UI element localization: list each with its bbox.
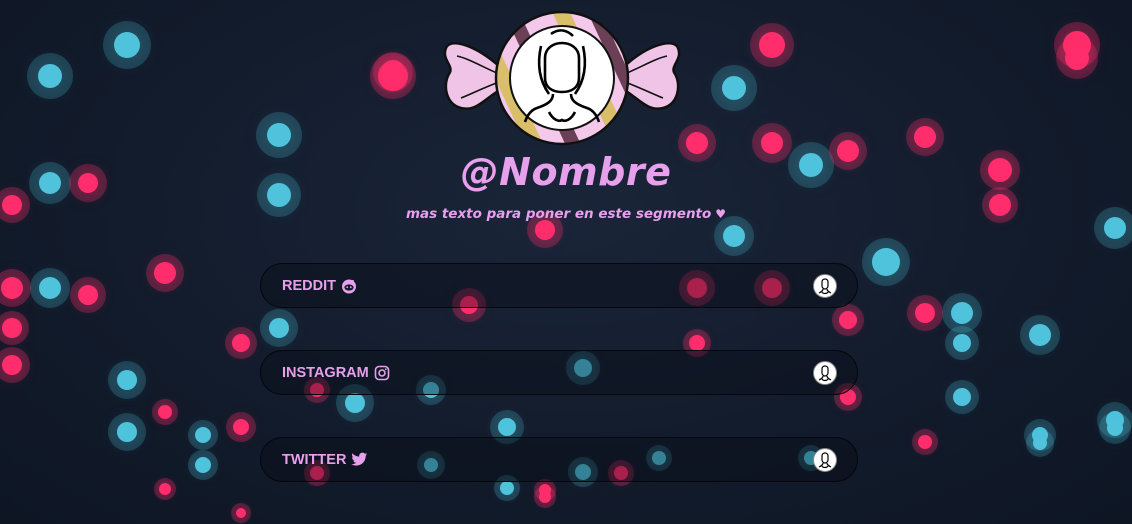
page-content: @Nombre mas texto para poner en este seg… [0, 0, 1132, 524]
link-button-instagram[interactable]: INSTAGRAM [260, 350, 858, 395]
link-button-reddit[interactable]: REDDIT [260, 263, 858, 308]
profile-silhouette-icon [818, 278, 832, 295]
link-avatar [813, 361, 837, 385]
link-button-twitter[interactable]: TWITTER [260, 437, 858, 482]
link-avatar [813, 448, 837, 472]
profile-silhouette-icon [818, 365, 832, 382]
instagram-icon [374, 365, 390, 381]
reddit-icon [341, 278, 357, 294]
candy-wrapper-left [443, 42, 505, 110]
heart-icon: ♥ [715, 207, 727, 221]
tagline-text: mas texto para poner en este segmento [405, 206, 712, 222]
candy-wrapper-right [619, 42, 681, 110]
profile-tagline: mas texto para poner en este segmento ♥ [0, 206, 1132, 222]
link-label: INSTAGRAM [282, 364, 369, 381]
link-label: TWITTER [282, 451, 347, 468]
link-avatar [813, 274, 837, 298]
profile-username: @Nombre [460, 150, 672, 194]
profile-candy-avatar [443, 10, 681, 146]
profile-silhouette-icon [818, 452, 832, 469]
link-label: REDDIT [282, 277, 336, 294]
twitter-icon [351, 452, 368, 467]
